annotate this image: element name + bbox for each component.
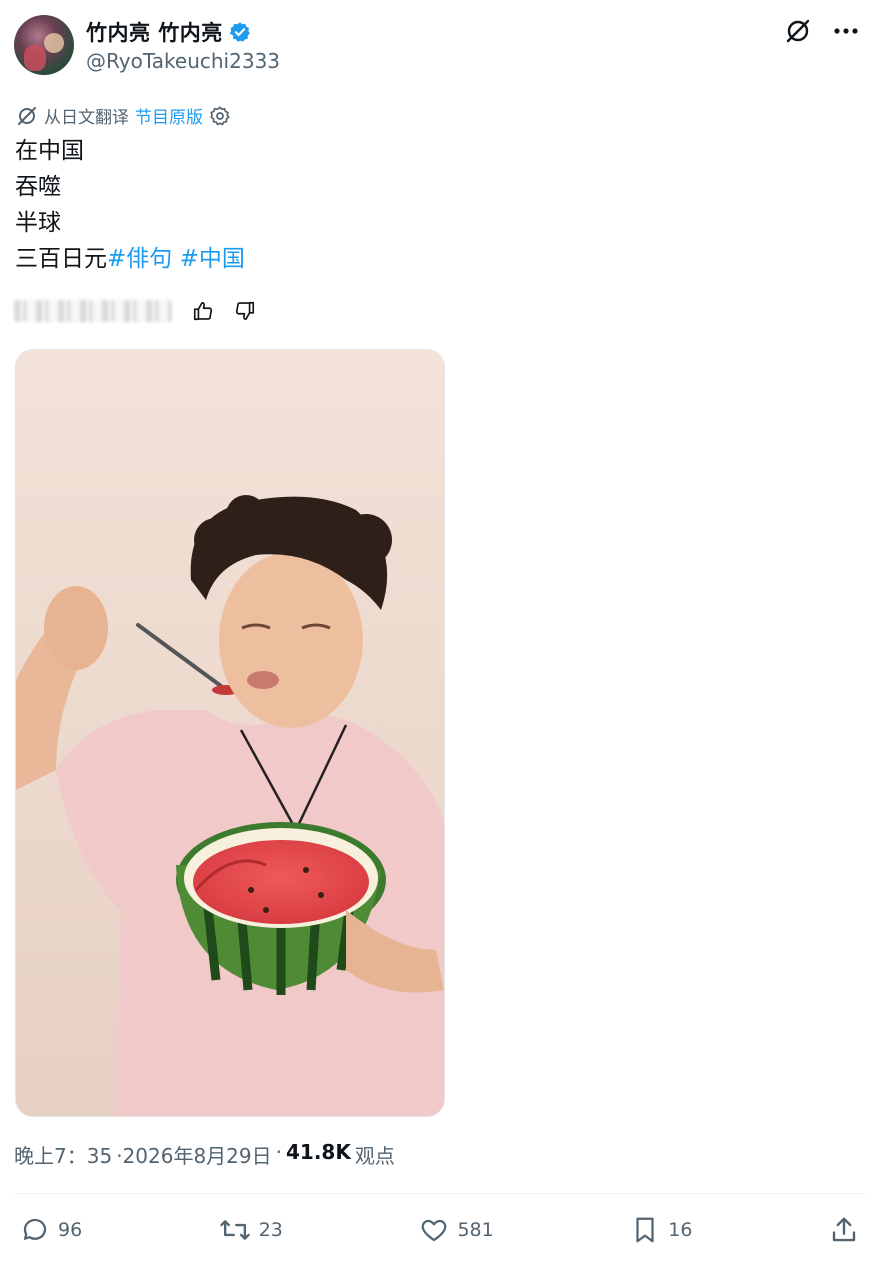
tweet-line: 在中国 bbox=[15, 138, 84, 164]
thumbs-up-icon[interactable] bbox=[192, 300, 214, 322]
translation-label: 从日文翻译 bbox=[44, 108, 129, 128]
tweet-line: 半球 bbox=[15, 210, 61, 236]
action-bar: 96 23 581 16 bbox=[20, 1212, 859, 1248]
more-options-icon[interactable] bbox=[831, 16, 861, 46]
author-handle[interactable]: @RyoTakeuchi2333 bbox=[86, 49, 280, 73]
like-count: 581 bbox=[457, 1219, 494, 1241]
divider bbox=[14, 1193, 865, 1194]
share-icon bbox=[832, 1217, 856, 1242]
views-count: 41.8K bbox=[285, 1140, 351, 1164]
share-button[interactable] bbox=[829, 1215, 859, 1245]
reply-button[interactable]: 96 bbox=[20, 1215, 82, 1245]
reply-icon bbox=[23, 1218, 47, 1240]
views-label: 观点 bbox=[354, 1144, 395, 1168]
tweet-date[interactable]: ·2026年8月29日 bbox=[116, 1140, 271, 1169]
grok-icon[interactable] bbox=[783, 16, 813, 46]
bookmark-count: 16 bbox=[668, 1219, 693, 1241]
translate-icon bbox=[18, 106, 36, 125]
tweet-meta: 晚上7：35 ·2026年8月29日 · 41.8K 观点 bbox=[14, 1140, 395, 1169]
author-display-name[interactable]: 竹内亮 竹内亮 bbox=[86, 17, 251, 47]
meta-separator: · bbox=[275, 1140, 282, 1164]
photo-illustration bbox=[16, 350, 444, 1116]
retweet-button[interactable]: 23 bbox=[219, 1215, 283, 1245]
hashtag-link[interactable]: #中国 bbox=[180, 246, 245, 272]
hashtag-link[interactable]: #俳句 bbox=[107, 246, 172, 272]
like-button[interactable]: 581 bbox=[419, 1215, 494, 1245]
tweet-text: 在中国 吞噬 半球 三百日元#俳句 #中国 bbox=[15, 133, 245, 277]
blurred-rating-text bbox=[14, 300, 172, 322]
translation-bar: 从日文翻译 节目原版 bbox=[16, 103, 231, 128]
bookmark-button[interactable]: 16 bbox=[630, 1215, 692, 1245]
verified-badge-icon bbox=[229, 22, 250, 42]
reply-count: 96 bbox=[58, 1219, 83, 1241]
heart-icon bbox=[422, 1219, 447, 1242]
tweet-line-text: 三百日元 bbox=[15, 246, 107, 272]
retweet-count: 23 bbox=[258, 1219, 283, 1241]
tweet-line-with-hashtags: 三百日元#俳句 #中国 bbox=[15, 241, 245, 277]
settings-gear-icon[interactable] bbox=[209, 105, 231, 127]
tweet-line: 吞噬 bbox=[15, 174, 61, 200]
show-original-link[interactable]: 节目原版 bbox=[135, 103, 203, 128]
bookmark-icon bbox=[636, 1217, 654, 1243]
tweet-photo[interactable] bbox=[15, 349, 445, 1117]
tweet-time[interactable]: 晚上7：35 bbox=[14, 1140, 112, 1169]
translation-rating bbox=[14, 300, 256, 322]
display-name-text: 竹内亮 竹内亮 bbox=[86, 21, 223, 45]
thumbs-down-icon[interactable] bbox=[234, 300, 256, 322]
author-avatar[interactable] bbox=[14, 15, 74, 75]
retweet-icon bbox=[220, 1220, 250, 1240]
